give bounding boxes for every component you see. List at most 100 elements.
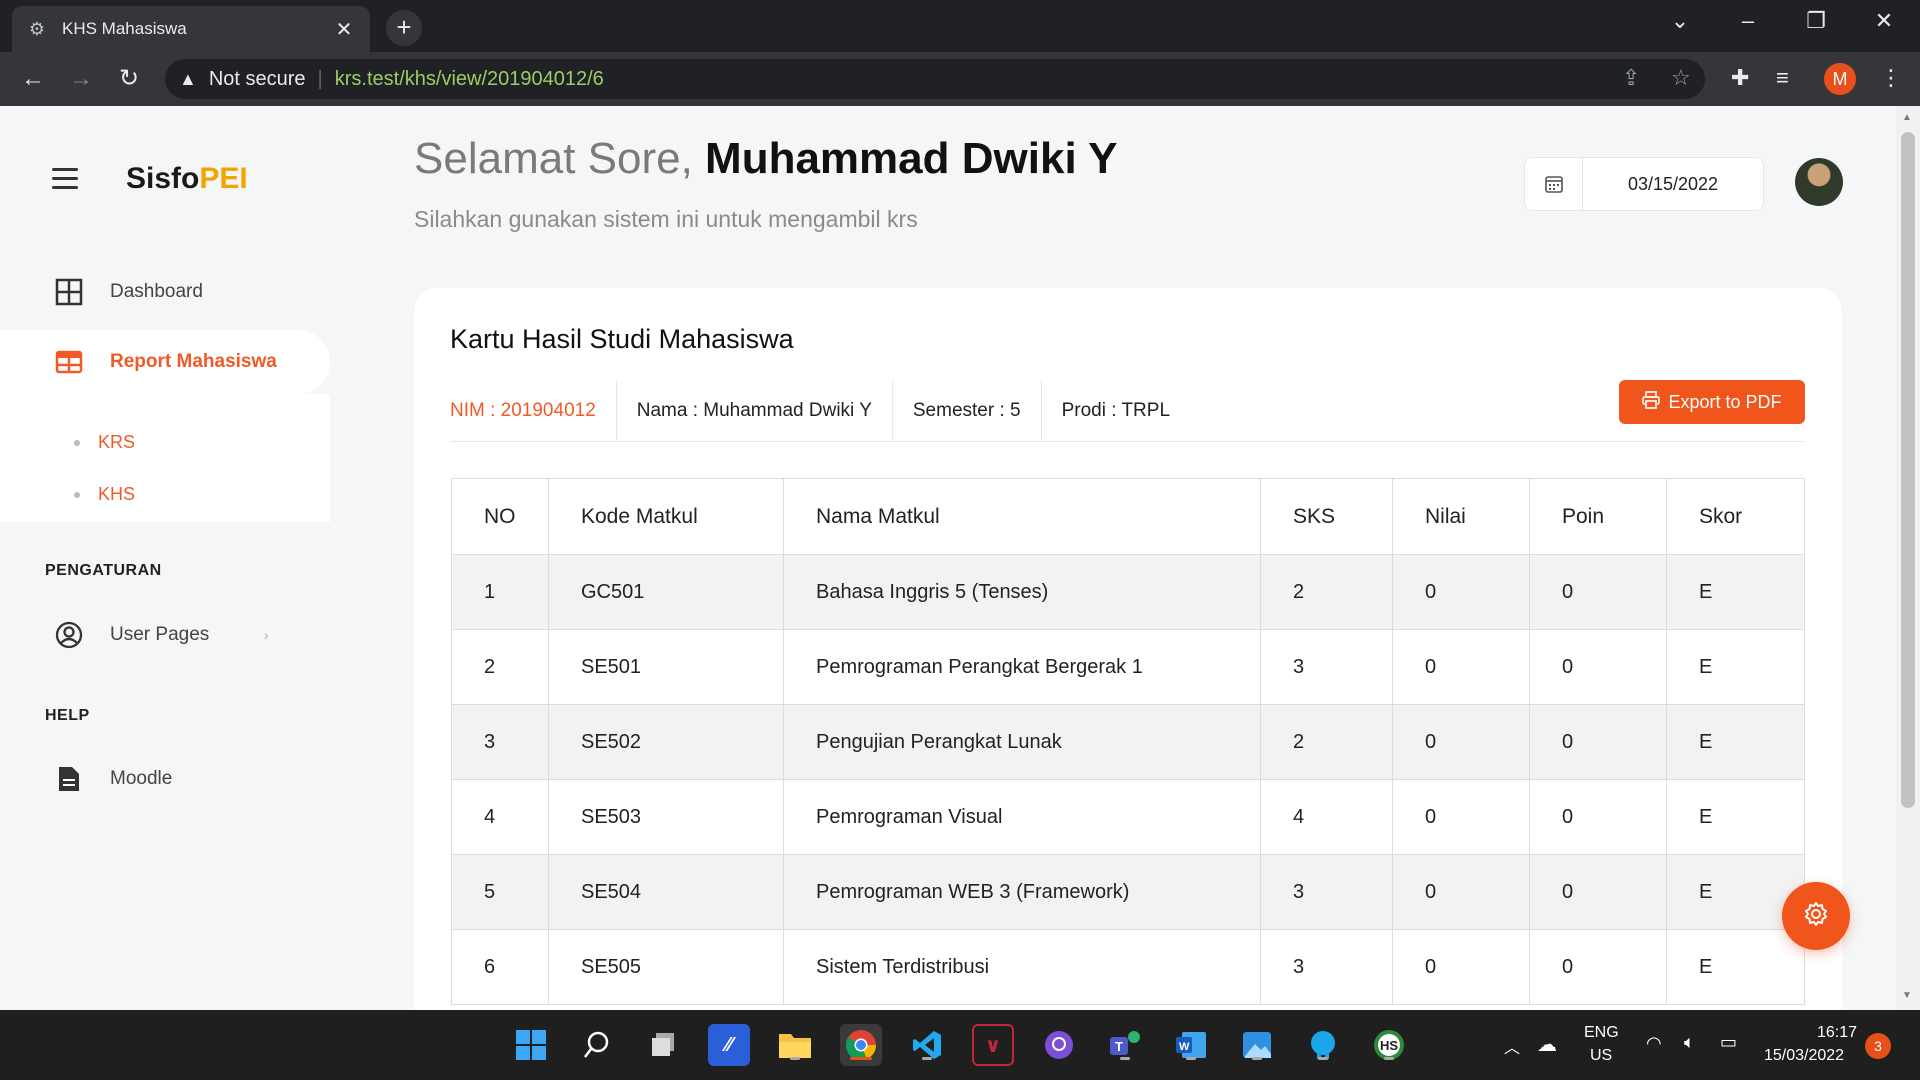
window-close-icon[interactable]: ✕ [1864,8,1904,34]
new-tab-button[interactable]: + [386,10,422,46]
sidebar-item-label: Dashboard [110,281,203,302]
show-hidden-icons-chevron-icon[interactable]: ︿ [1504,1034,1520,1058]
clock-time[interactable]: 16:17 [1817,1024,1857,1042]
omnibox[interactable]: ▲ Not secure | krs.test/khs/view/2019040… [165,59,1705,99]
running-indicator [1120,1057,1130,1060]
browser-tab[interactable]: ⚙ KHS Mahasiswa ✕ [12,6,370,52]
photos-icon[interactable] [1236,1024,1278,1066]
running-indicator [1384,1057,1394,1060]
language-bottom[interactable]: US [1590,1047,1612,1065]
warning-icon: ▲ [179,68,197,89]
table-header-row: NO Kode Matkul Nama Matkul SKS Nilai Poi… [451,478,1805,555]
table-row: 6 SE505 Sistem Terdistribusi 3 0 0 E [451,929,1805,1005]
onedrive-cloud-icon[interactable]: ☁ [1537,1032,1557,1057]
search-icon[interactable] [576,1024,618,1066]
table-cell: 1 [451,554,549,630]
reload-icon[interactable]: ↻ [112,63,146,97]
table-cell: 0 [1529,929,1667,1005]
github-icon[interactable] [1038,1024,1080,1066]
table-cell: GC501 [548,554,784,630]
table-cell: 4 [451,779,549,855]
tab-search-icon[interactable]: ⌄ [1660,8,1700,34]
browser-tab-bar: ⚙ KHS Mahasiswa ✕ + ⌄ – ❐ ✕ [0,0,1920,52]
profile-avatar[interactable]: M [1824,63,1856,95]
app-icon-cyan[interactable] [1302,1024,1344,1066]
table-icon [54,347,84,377]
language-top[interactable]: ENG [1584,1024,1619,1042]
running-indicator [790,1057,800,1060]
card-title: Kartu Hasil Studi Mahasiswa [450,324,794,354]
user-avatar[interactable] [1795,158,1843,206]
bookmark-star-icon[interactable]: ☆ [1671,65,1691,91]
settings-fab-button[interactable] [1782,882,1850,950]
table-row: 5 SE504 Pemrograman WEB 3 (Framework) 3 … [451,854,1805,930]
table-cell: Bahasa Inggris 5 (Tenses) [783,554,1261,630]
share-icon[interactable]: ⇪ [1622,65,1640,91]
word-icon[interactable]: W [1170,1024,1212,1066]
close-tab-icon[interactable]: ✕ [332,17,356,42]
logo-main: Sisfo [126,162,200,195]
tab-title: KHS Mahasiswa [62,19,187,38]
report-submenu: KRS KHS [0,394,330,522]
app-icon-blue[interactable]: ⁄⁄ [708,1024,750,1066]
task-view-icon[interactable] [642,1024,684,1066]
chrome-icon[interactable] [840,1024,882,1066]
table-row: 4 SE503 Pemrograman Visual 4 0 0 E [451,779,1805,855]
page-subtitle: Silahkan gunakan sistem ini untuk mengam… [414,206,918,232]
table-cell: 0 [1392,929,1530,1005]
sidebar-item-moodle[interactable]: Moodle [0,747,330,811]
svg-text:W: W [1179,1041,1190,1053]
table-cell: SE504 [548,854,784,930]
table-cell: 0 [1392,704,1530,780]
table-cell: Pemrograman Perangkat Bergerak 1 [783,629,1261,705]
scroll-down-icon[interactable]: ▼ [1902,990,1912,1001]
hamburger-menu-icon[interactable] [52,168,78,195]
minimize-icon[interactable]: – [1728,8,1768,34]
sidebar-item-dashboard[interactable]: Dashboard [0,260,330,324]
app-icon-red[interactable]: ∨ [972,1024,1014,1066]
table-cell: 0 [1529,854,1667,930]
date-picker[interactable]: 03/15/2022 [1524,157,1764,211]
table-cell: 0 [1392,854,1530,930]
table-row: 3 SE502 Pengujian Perangkat Lunak 2 0 0 … [451,704,1805,780]
table-cell: SE505 [548,929,784,1005]
table-cell: Sistem Terdistribusi [783,929,1261,1005]
bullet-icon [74,491,80,498]
column-header: Nama Matkul [783,478,1261,555]
clock-date[interactable]: 15/03/2022 [1764,1047,1844,1065]
windows-start-icon[interactable] [510,1024,552,1066]
running-indicator [922,1057,932,1060]
extensions-icon[interactable]: ✚ [1731,65,1749,91]
notification-badge[interactable]: 3 [1865,1033,1891,1059]
column-header: Skor [1666,478,1805,555]
table-cell: 0 [1529,629,1667,705]
media-control-icon[interactable]: ≡ [1776,65,1789,91]
submenu-item-krs[interactable]: KRS [74,432,135,453]
wifi-icon[interactable]: ◠ [1646,1033,1662,1054]
app-logo[interactable]: SisfoPEI [126,162,248,196]
back-icon[interactable]: ← [16,63,50,97]
browser-menu-icon[interactable]: ⋮ [1880,65,1902,91]
scroll-up-icon[interactable]: ▲ [1902,112,1912,123]
logo-accent: PEI [199,162,248,195]
forward-icon[interactable]: → [64,63,98,97]
export-pdf-button[interactable]: Export to PDF [1619,380,1805,424]
column-header: Kode Matkul [548,478,784,555]
security-label: Not secure [208,67,306,90]
teams-icon[interactable]: T [1104,1024,1146,1066]
file-explorer-icon[interactable] [774,1024,816,1066]
page-scrollbar[interactable]: ▲ ▼ [1896,106,1920,1010]
restore-icon[interactable]: ❐ [1796,8,1836,34]
chevron-right-icon: › [264,627,269,643]
grid-icon [54,277,84,307]
battery-icon[interactable]: ▭ [1720,1032,1737,1053]
volume-icon[interactable]: 🔈︎ [1684,1032,1695,1053]
table-cell: 6 [451,929,549,1005]
sidebar-item-user-pages[interactable]: User Pages › [0,603,330,667]
sidebar-item-report-mahasiswa[interactable]: Report Mahasiswa [0,330,330,394]
submenu-item-khs[interactable]: KHS [74,484,135,505]
app-icon-hs[interactable]: HS [1368,1024,1410,1066]
table-cell: SE501 [548,629,784,705]
vscode-icon[interactable] [906,1024,948,1066]
scrollbar-thumb[interactable] [1901,132,1915,808]
